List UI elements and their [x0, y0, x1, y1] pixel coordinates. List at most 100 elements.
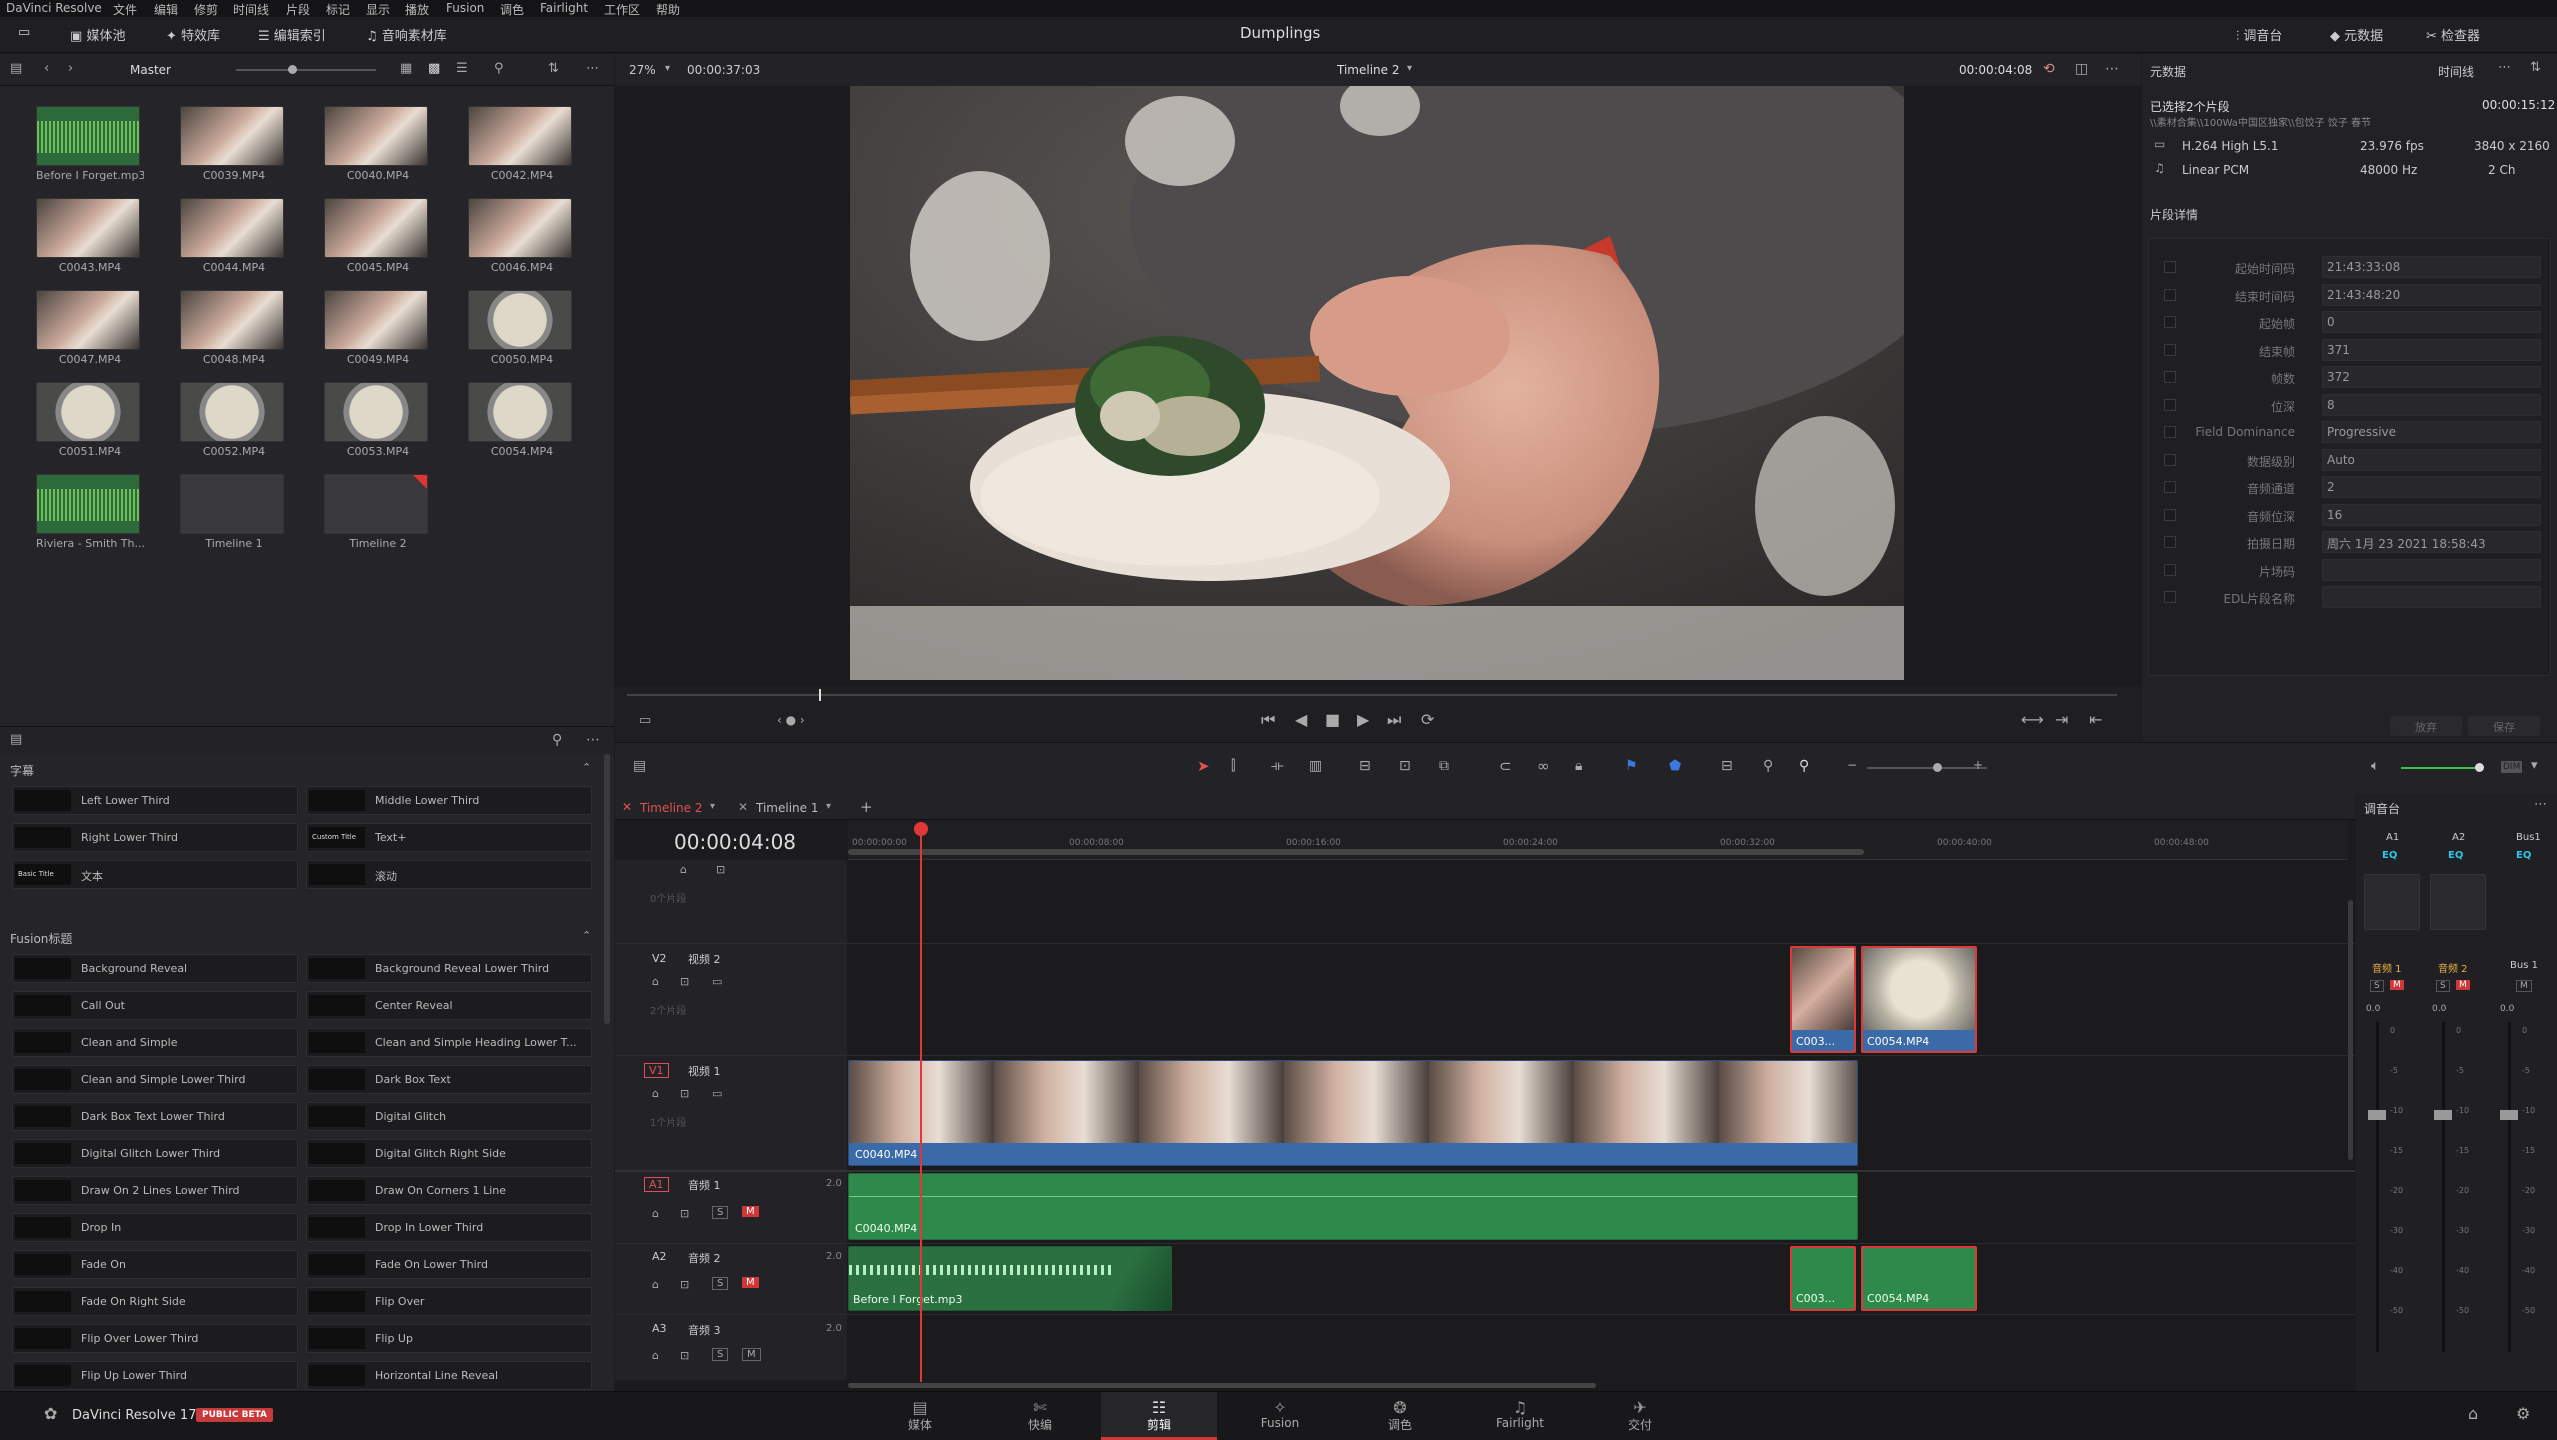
- v1-track-name[interactable]: 视频 1: [688, 1063, 721, 1079]
- a3-solo-button[interactable]: S: [712, 1348, 729, 1361]
- sort-icon[interactable]: ⇅: [2530, 61, 2541, 74]
- page-fusion[interactable]: ✧ Fusion: [1250, 1398, 1310, 1430]
- viewer-options-icon[interactable]: ▭: [639, 714, 651, 727]
- a2-mute-button[interactable]: M: [742, 1277, 759, 1288]
- pan-control-a1[interactable]: [2364, 874, 2420, 930]
- slider-handle[interactable]: [1933, 763, 1942, 772]
- timeline-clip-v2-b[interactable]: C0054.MP4: [1861, 946, 1977, 1053]
- zoom-out-icon[interactable]: −: [1847, 759, 1857, 771]
- field-checkbox[interactable]: [2164, 481, 2176, 493]
- effect-item[interactable]: Background Reveal Lower Third: [306, 954, 592, 983]
- lock-icon[interactable]: ⌂: [652, 976, 659, 987]
- effect-item[interactable]: Fade On: [12, 1250, 298, 1279]
- effect-item[interactable]: Fade On Lower Third: [306, 1250, 592, 1279]
- v2-track-label[interactable]: V2: [652, 952, 667, 965]
- media-pool-clip[interactable]: Timeline 1: [180, 474, 288, 550]
- page-color[interactable]: ❂ 调色: [1370, 1398, 1430, 1433]
- a1-mute-button[interactable]: M: [742, 1206, 759, 1217]
- tab-timeline-1-close[interactable]: ✕: [738, 800, 748, 814]
- zoom-level[interactable]: 27%: [629, 63, 656, 77]
- play-icon[interactable]: ▶: [1357, 712, 1369, 728]
- effect-item[interactable]: Flip Up: [306, 1324, 592, 1353]
- eq-bus1-button[interactable]: EQ: [2516, 850, 2531, 861]
- custom-zoom-icon[interactable]: ⚲: [1799, 759, 1809, 773]
- effect-item[interactable]: Flip Up Lower Third: [12, 1361, 298, 1390]
- tab-timeline-2[interactable]: Timeline 2: [640, 801, 702, 815]
- auto-track-icon[interactable]: ⊡: [680, 976, 689, 987]
- timeline-clip-a2-b[interactable]: C003...: [1790, 1246, 1856, 1311]
- fade-handle[interactable]: [1111, 1247, 1171, 1311]
- lock-icon[interactable]: ⌂: [652, 1208, 659, 1219]
- effect-item[interactable]: Clean and Simple Lower Third: [12, 1065, 298, 1094]
- media-pool-clip[interactable]: C0040.MP4: [324, 106, 432, 182]
- mark-in-icon[interactable]: ⇤: [2089, 712, 2102, 728]
- effect-item[interactable]: Draw On 2 Lines Lower Third: [12, 1176, 298, 1205]
- field-value[interactable]: 21:43:33:08: [2322, 256, 2541, 278]
- effect-item[interactable]: Dark Box Text Lower Third: [12, 1102, 298, 1131]
- grid-view-icon[interactable]: ▩: [428, 62, 440, 75]
- menu-item-file[interactable]: 文件: [113, 1, 137, 18]
- scrub-playhead[interactable]: [818, 689, 821, 701]
- media-pool-clip[interactable]: C0046.MP4: [468, 198, 576, 274]
- slider-handle[interactable]: [2475, 763, 2484, 772]
- timeline-vertical-scrollbar[interactable]: [2348, 900, 2353, 1160]
- menu-item-edit[interactable]: 编辑: [154, 1, 178, 18]
- settings-gear-icon[interactable]: ⚙: [2516, 1406, 2530, 1422]
- menu-item-fusion[interactable]: Fusion: [446, 1, 484, 15]
- field-value[interactable]: [2322, 586, 2541, 608]
- media-pool-button[interactable]: ▣ 媒体池: [70, 25, 125, 44]
- mixer-mute-a1[interactable]: M: [2390, 980, 2404, 990]
- track-visibility-icon[interactable]: ▭: [712, 976, 722, 987]
- v2-track-name[interactable]: 视频 2: [688, 951, 721, 967]
- timeline-zoom-slider[interactable]: [1867, 763, 1987, 772]
- lock-icon[interactable]: ⌂: [652, 1350, 659, 1361]
- effect-item[interactable]: Flip Over: [306, 1287, 592, 1316]
- media-pool-clip[interactable]: C0042.MP4: [468, 106, 576, 182]
- loop-icon[interactable]: ⟳: [1421, 712, 1434, 728]
- play-reverse-icon[interactable]: ◀: [1295, 712, 1307, 728]
- menu-item-timeline[interactable]: 时间线: [233, 1, 269, 18]
- skip-to-start-icon[interactable]: ⏮: [1261, 712, 1275, 728]
- mixer-mute-a2[interactable]: M: [2456, 980, 2470, 990]
- timeline-clip-a2-music[interactable]: Before I Forget.mp3: [848, 1246, 1172, 1311]
- lock-icon[interactable]: ⌂: [680, 864, 687, 875]
- media-pool-clip[interactable]: C0052.MP4: [180, 382, 288, 458]
- effect-item[interactable]: Middle Lower Third: [306, 786, 592, 815]
- sidebar-toggle-icon[interactable]: ▤: [10, 62, 22, 75]
- media-pool-clip[interactable]: C0054.MP4: [468, 382, 576, 458]
- timeline-playhead[interactable]: [914, 822, 929, 1382]
- field-value[interactable]: 371: [2322, 338, 2541, 361]
- pan-control-a2[interactable]: [2430, 874, 2486, 930]
- effects-more-icon[interactable]: ⋯: [586, 733, 600, 747]
- viewer-timeline-name[interactable]: Timeline 2: [1337, 63, 1399, 77]
- effect-item[interactable]: 滚动: [306, 860, 592, 889]
- effect-item[interactable]: Dark Box Text: [306, 1065, 592, 1094]
- snapping-icon[interactable]: ⊂: [1499, 759, 1512, 774]
- layout-icon[interactable]: ▭: [18, 25, 30, 40]
- chevron-down-icon[interactable]: ▾: [2531, 759, 2538, 772]
- field-checkbox[interactable]: [2164, 508, 2176, 521]
- timeline-clip-v2-a[interactable]: C003...: [1790, 946, 1856, 1053]
- media-pool-clip[interactable]: C0053.MP4: [324, 382, 432, 458]
- timeline-horizontal-scrollbar[interactable]: [848, 1383, 1596, 1388]
- auto-track-icon[interactable]: ⊡: [680, 1208, 689, 1219]
- field-value[interactable]: 周六 1月 23 2021 18:58:43: [2322, 531, 2541, 553]
- media-pool-clip[interactable]: C0039.MP4: [180, 106, 288, 182]
- more-options-icon[interactable]: ⋯: [2498, 61, 2511, 74]
- field-checkbox[interactable]: [2164, 453, 2176, 466]
- zoom-in-icon[interactable]: +: [1973, 759, 1983, 771]
- full-extent-zoom-icon[interactable]: ⊟: [1721, 759, 1733, 773]
- thumbnail-size-slider[interactable]: [236, 65, 376, 74]
- flag-icon[interactable]: ⚑: [1625, 759, 1638, 773]
- dynamic-trim-icon[interactable]: ⟛: [1271, 759, 1284, 773]
- page-deliver[interactable]: ✈ 交付: [1610, 1398, 1670, 1433]
- menu-item-view[interactable]: 显示: [366, 1, 390, 18]
- field-checkbox[interactable]: [2164, 316, 2176, 328]
- search-icon[interactable]: ⚲: [494, 62, 504, 75]
- effect-item[interactable]: Right Lower Third: [12, 823, 298, 852]
- eq-a2-button[interactable]: EQ: [2448, 850, 2463, 861]
- eq-a1-button[interactable]: EQ: [2382, 850, 2397, 861]
- tab-timeline-2-close[interactable]: ✕: [622, 800, 632, 814]
- add-timeline-tab-icon[interactable]: +: [860, 798, 873, 816]
- timeline-range-bar[interactable]: [848, 849, 1864, 855]
